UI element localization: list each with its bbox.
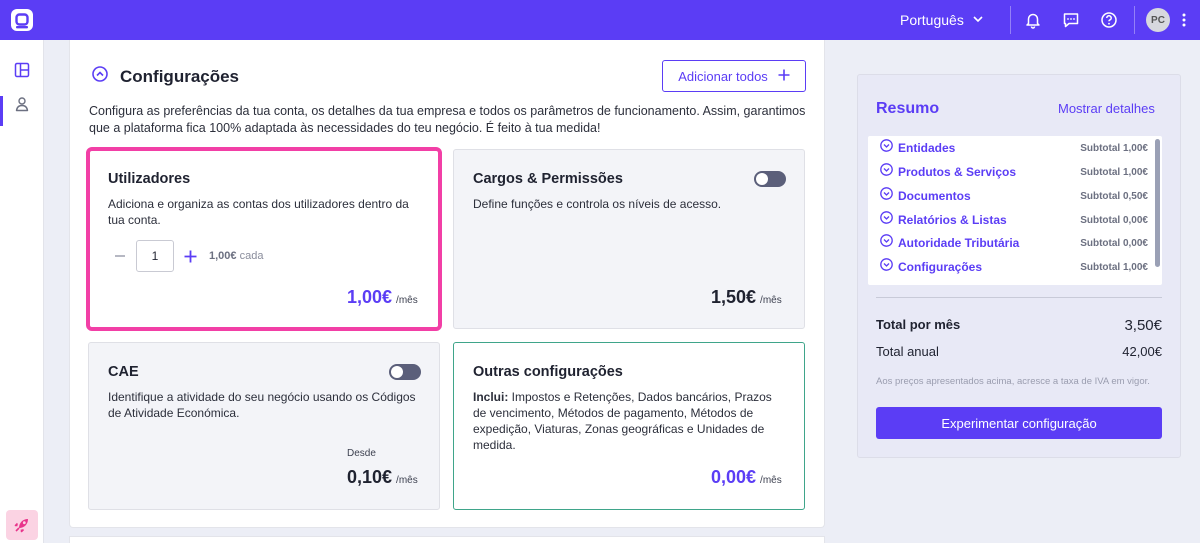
summary-item[interactable]: Produtos & Serviços Subtotal 1,00€ [880, 162, 1148, 182]
unit-price: 1,00€ [209, 250, 237, 262]
user-icon[interactable] [0, 89, 44, 119]
summary-item-subtotal: Subtotal 0,50€ [1080, 190, 1148, 202]
topbar-divider [1134, 6, 1135, 34]
summary-item[interactable]: Relatórios & Listas Subtotal 0,00€ [880, 210, 1148, 230]
card-description: Define funções e controla os níveis de a… [473, 197, 722, 211]
chat-icon[interactable] [1060, 9, 1082, 31]
topbar-divider [1010, 6, 1011, 34]
app-logo-icon[interactable] [8, 6, 36, 34]
add-all-label: Adicionar todos [678, 68, 768, 84]
card-description: Inclui: Impostos e Retenções, Dados banc… [473, 389, 783, 453]
help-icon[interactable] [1098, 9, 1120, 31]
quantity-stepper [108, 240, 202, 272]
plus-icon [778, 69, 790, 84]
card-title: Cargos & Permissões [473, 171, 623, 187]
dashboard-layout-icon[interactable] [0, 55, 44, 85]
language-selector[interactable]: Português [900, 0, 984, 40]
summary-item-label: Entidades [898, 141, 956, 155]
total-year-row: Total anual 42,00€ [876, 344, 1162, 359]
summary-item-subtotal: Subtotal 0,00€ [1080, 214, 1148, 226]
avatar[interactable]: PC [1146, 8, 1170, 32]
top-bar: Português PC [0, 0, 1200, 40]
add-all-button[interactable]: Adicionar todos [662, 60, 806, 92]
price-amount: 0,10€ [347, 467, 393, 487]
summary-list: Entidades Subtotal 1,00€ Produtos & Serv… [868, 136, 1162, 285]
total-month-row: Total por mês 3,50€ [876, 317, 1162, 334]
total-month-label: Total por mês [876, 317, 961, 332]
summary-item[interactable]: Autoridade Tributária Subtotal 0,00€ [880, 233, 1148, 253]
summary-item-subtotal: Subtotal 0,00€ [1080, 237, 1148, 249]
card-price: 0,00€ /mês [711, 467, 782, 488]
quantity-input[interactable] [136, 240, 174, 272]
chevron-down-circle-icon [880, 211, 893, 229]
card-price: 0,10€ /mês [347, 467, 418, 488]
card-title: CAE [108, 364, 139, 380]
next-panel-edge [69, 536, 825, 543]
chevron-down-circle-icon [880, 139, 893, 157]
language-label: Português [900, 12, 964, 28]
total-year-label: Total anual [876, 344, 939, 359]
card-title: Outras configurações [473, 364, 623, 380]
unit-suffix: cada [239, 250, 264, 262]
decrement-button[interactable] [108, 244, 132, 268]
from-label: Desde [347, 448, 376, 459]
chevron-up-circle-icon[interactable] [92, 66, 108, 87]
summary-title: Resumo [876, 100, 940, 117]
chevron-down-circle-icon [880, 163, 893, 181]
summary-item-label: Relatórios & Listas [898, 213, 1007, 227]
total-month-value: 3,50€ [1124, 317, 1162, 334]
includes-list: Impostos e Retenções, Dados bancários, P… [473, 390, 772, 452]
card-price: 1,00€ /mês [347, 287, 418, 308]
includes-label: Inclui: [473, 390, 509, 404]
chevron-down-circle-icon [880, 258, 893, 276]
price-period: /mês [396, 475, 418, 486]
price-amount: 1,00€ [347, 287, 393, 307]
card-description: Adiciona e organiza as contas dos utiliz… [108, 197, 409, 227]
chevron-down-icon [972, 12, 984, 28]
price-amount: 1,50€ [711, 287, 757, 307]
summary-item-subtotal: Subtotal 1,00€ [1080, 142, 1148, 154]
section-description: Configura as preferências da tua conta, … [89, 104, 806, 135]
chevron-down-circle-icon [880, 234, 893, 252]
summary-item-subtotal: Subtotal 1,00€ [1080, 166, 1148, 178]
card-description: Identifique a atividade do seu negócio u… [108, 390, 416, 420]
cargos-toggle[interactable] [754, 171, 786, 187]
summary-item[interactable]: Entidades Subtotal 1,00€ [880, 138, 1148, 158]
price-amount: 0,00€ [711, 467, 757, 487]
show-details-link[interactable]: Mostrar detalhes [1058, 101, 1155, 116]
chevron-down-circle-icon [880, 187, 893, 205]
total-year-value: 42,00€ [1122, 344, 1162, 359]
price-period: /mês [760, 475, 782, 486]
price-period: /mês [760, 295, 782, 306]
section-title: Configurações [120, 66, 240, 86]
bell-icon[interactable] [1022, 9, 1044, 31]
summary-scrollbar[interactable] [1155, 139, 1160, 267]
try-configuration-button[interactable]: Experimentar configuração [876, 407, 1162, 439]
left-rail [0, 40, 44, 543]
increment-button[interactable] [178, 244, 202, 268]
price-period: /mês [396, 295, 418, 306]
summary-divider [876, 297, 1162, 298]
summary-item[interactable]: Documentos Subtotal 0,50€ [880, 186, 1148, 206]
summary-item[interactable]: Configurações Subtotal 1,00€ [880, 257, 1148, 277]
vat-note: Aos preços apresentados acima, acresce a… [876, 376, 1150, 387]
summary-item-label: Autoridade Tributária [898, 236, 1020, 250]
summary-item-label: Configurações [898, 260, 983, 274]
summary-item-subtotal: Subtotal 1,00€ [1080, 261, 1148, 273]
section-header[interactable]: Configurações [92, 66, 239, 87]
more-vertical-icon[interactable] [1174, 9, 1194, 31]
summary-item-label: Documentos [898, 189, 971, 203]
card-title: Utilizadores [108, 171, 191, 187]
rocket-icon[interactable] [6, 510, 38, 540]
cae-toggle[interactable] [389, 364, 421, 380]
summary-item-label: Produtos & Serviços [898, 165, 1017, 179]
card-price: 1,50€ /mês [711, 287, 782, 308]
unit-price-text: 1,00€ cada [209, 250, 263, 262]
